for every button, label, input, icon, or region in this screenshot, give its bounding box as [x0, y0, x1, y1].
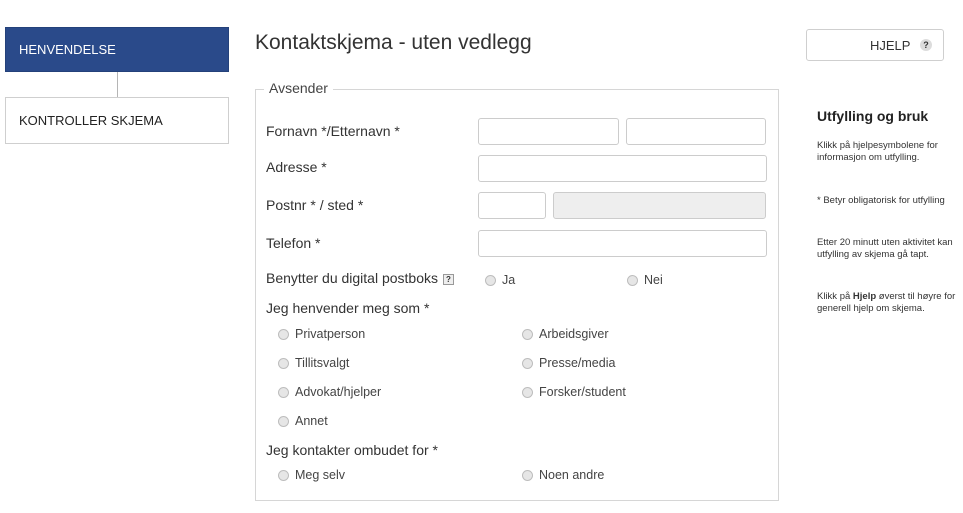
radio-role-privatperson[interactable]: Privatperson — [278, 327, 365, 341]
phone-input[interactable] — [478, 230, 767, 257]
radio-circle[interactable] — [522, 386, 533, 398]
last-name-input[interactable] — [626, 118, 766, 145]
role-label: Jeg henvender meg som * — [266, 300, 430, 316]
help-panel-text-2: * Betyr obligatorisk for utfylling — [817, 195, 945, 206]
radio-label: Arbeidsgiver — [539, 327, 609, 341]
radio-circle[interactable] — [278, 386, 289, 398]
radio-label: Nei — [644, 273, 663, 287]
radio-circle[interactable] — [522, 328, 533, 340]
help-panel-text-3: Etter 20 minutt uten aktivitet kan utfyl… — [817, 237, 953, 260]
step-henvendelse-label: HENVENDELSE — [19, 42, 116, 57]
help-panel-text-4: Klikk på Hjelp øverst til høyre for gene… — [817, 291, 957, 314]
step-connector — [117, 72, 118, 97]
name-label: Fornavn */Etternavn * — [266, 123, 400, 139]
city-input — [553, 192, 766, 219]
digital-mailbox-question: Benytter du digital postboks? — [266, 270, 454, 286]
address-label: Adresse * — [266, 159, 327, 175]
address-input[interactable] — [478, 155, 767, 182]
postal-label: Postnr * / sted * — [266, 197, 364, 213]
radio-circle[interactable] — [627, 274, 638, 286]
radio-circle[interactable] — [278, 357, 289, 369]
radio-circle[interactable] — [485, 274, 496, 286]
page-title: Kontaktskjema - uten vedlegg — [255, 31, 532, 54]
radio-label: Tillitsvalgt — [295, 356, 350, 370]
radio-label: Forsker/student — [539, 385, 626, 399]
step-kontroller-skjema-label: KONTROLLER SKJEMA — [19, 113, 163, 128]
postal-code-input[interactable] — [478, 192, 546, 219]
radio-role-tillitsvalgt[interactable]: Tillitsvalgt — [278, 356, 349, 370]
radio-label: Meg selv — [295, 468, 346, 482]
radio-role-annet[interactable]: Annet — [278, 414, 328, 428]
radio-circle[interactable] — [522, 469, 533, 481]
radio-label: Ja — [502, 273, 516, 287]
radio-circle[interactable] — [278, 328, 289, 340]
help-panel-title: Utfylling og bruk — [817, 108, 929, 124]
radio-circle[interactable] — [278, 469, 289, 481]
radio-label: Advokat/hjelper — [295, 385, 382, 399]
help-button-label: HJELP — [870, 38, 911, 53]
help-button[interactable]: HJELP ? — [806, 29, 944, 61]
radio-contact-noen-andre[interactable]: Noen andre — [522, 468, 604, 482]
radio-role-forsker-student[interactable]: Forsker/student — [522, 385, 626, 399]
phone-label: Telefon * — [266, 235, 321, 251]
radio-role-advokat-hjelper[interactable]: Advokat/hjelper — [278, 385, 381, 399]
radio-contact-meg-selv[interactable]: Meg selv — [278, 468, 345, 482]
help-panel-text-4-prefix: Klikk på — [817, 291, 853, 302]
radio-circle[interactable] — [278, 415, 289, 427]
radio-label: Privatperson — [295, 327, 366, 341]
radio-label: Noen andre — [539, 468, 605, 482]
radio-role-presse-media[interactable]: Presse/media — [522, 356, 615, 370]
help-panel-text-1: Klikk på hjelpesymbolene for informasjon… — [817, 140, 938, 163]
digital-mailbox-label: Benytter du digital postboks — [266, 270, 438, 286]
radio-label: Annet — [295, 414, 328, 428]
step-kontroller-skjema[interactable]: KONTROLLER SKJEMA — [5, 97, 229, 144]
help-question-icon: ? — [920, 39, 932, 51]
step-henvendelse[interactable]: HENVENDELSE — [5, 27, 229, 72]
help-icon[interactable]: ? — [443, 274, 454, 285]
radio-label: Presse/media — [539, 356, 616, 370]
help-panel-text-4-bold: Hjelp — [852, 291, 877, 302]
contact-for-label: Jeg kontakter ombudet for * — [266, 442, 438, 458]
sender-fieldset — [255, 89, 779, 501]
radio-circle[interactable] — [522, 357, 533, 369]
fieldset-legend: Avsender — [264, 80, 333, 96]
radio-digital-ja[interactable]: Ja — [485, 273, 515, 287]
radio-role-arbeidsgiver[interactable]: Arbeidsgiver — [522, 327, 608, 341]
first-name-input[interactable] — [478, 118, 619, 145]
radio-digital-nei[interactable]: Nei — [627, 273, 663, 287]
